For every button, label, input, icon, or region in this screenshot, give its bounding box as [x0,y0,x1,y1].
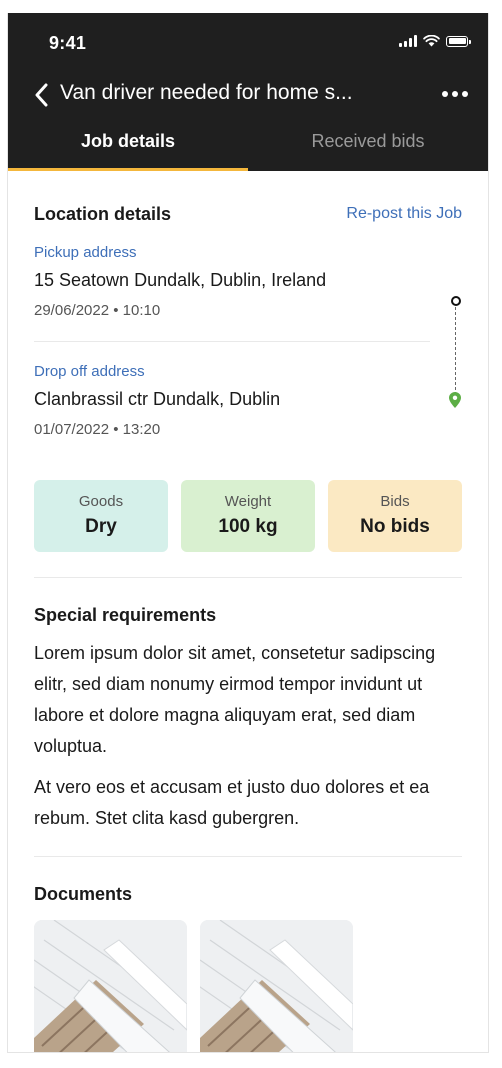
document-image [34,920,187,1052]
route-line [455,307,456,395]
location-section-header: Location details Re-post this Job [34,204,462,225]
title-bar: Van driver needed for home s... [8,77,488,113]
more-options-button[interactable] [442,87,468,101]
document-thumbnail[interactable] [34,920,187,1052]
bids-label: Bids [380,493,410,510]
address-divider [34,341,430,342]
signal-icon [399,35,417,47]
page-title: Van driver needed for home s... [60,81,353,104]
back-button[interactable] [26,79,56,111]
more-dot-icon [462,91,468,97]
battery-icon [446,35,471,47]
route-indicator [449,296,461,408]
tab-bar: Job details Received bids [8,123,488,171]
bids-value: No bids [360,516,430,537]
bids-chip: Bids No bids [328,480,462,552]
tab-received-bids[interactable]: Received bids [248,123,488,171]
document-image [200,920,353,1052]
section-divider [34,577,462,578]
origin-dot-icon [451,296,461,306]
pickup-datetime: 29/06/2022 • 10:10 [34,302,161,319]
goods-label: Goods [78,493,124,510]
special-requirements-heading: Special requirements [34,605,217,625]
job-summary-chips: Goods Dry Weight 100 kg Bids No bids [34,480,462,552]
wifi-icon [423,35,440,47]
pickup-label: Pickup address [34,244,137,261]
weight-chip: Weight 100 kg [181,480,315,552]
pickup-address: 15 Seatown Dundalk, Dublin, Ireland [34,270,327,290]
status-icons [399,35,471,47]
dropoff-datetime: 01/07/2022 • 13:20 [34,421,161,438]
repost-job-link[interactable]: Re-post this Job [346,205,462,223]
header: 9:41 Van driver needed for home s... Job… [8,13,488,171]
documents-list [34,920,353,1052]
section-divider [34,856,462,857]
tab-job-details[interactable]: Job details [8,123,248,171]
dropoff-address: Clanbrassil ctr Dundalk, Dublin [34,389,281,409]
status-time: 9:41 [49,33,87,53]
chevron-left-icon [35,83,48,107]
map-pin-icon [449,392,461,408]
more-dot-icon [452,91,458,97]
more-dot-icon [442,91,448,97]
app-screen: 9:41 Van driver needed for home s... Job… [7,13,489,1053]
weight-value: 100 kg [218,516,278,537]
weight-label: Weight [224,493,272,510]
dropoff-label: Drop off address [34,363,145,380]
goods-value: Dry [85,516,117,537]
goods-chip: Goods Dry [34,480,168,552]
document-thumbnail[interactable] [200,920,353,1052]
special-requirements-text: Lorem ipsum dolor sit amet, consetetur s… [34,643,436,756]
status-bar: 9:41 [8,13,488,69]
documents-heading: Documents [34,884,133,904]
special-requirements-text: At vero eos et accusam et justo duo dolo… [34,777,430,828]
